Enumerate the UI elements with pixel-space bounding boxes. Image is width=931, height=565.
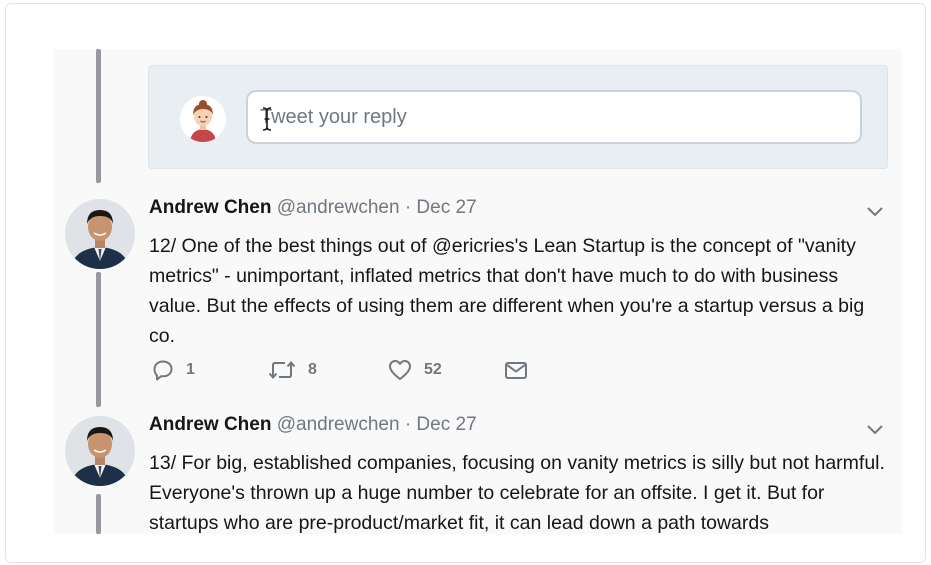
retweet-icon <box>268 360 296 380</box>
author-avatar[interactable] <box>65 199 135 269</box>
retweet-count: 8 <box>308 361 317 378</box>
tweet-text: 12/ One of the best things out of @ericr… <box>149 235 865 347</box>
author-name[interactable]: Andrew Chen <box>149 197 271 218</box>
chevron-down-icon[interactable] <box>866 205 884 217</box>
author-handle[interactable]: @andrewchen <box>277 197 400 218</box>
like-button[interactable]: 52 <box>388 359 442 381</box>
current-user-avatar <box>180 96 226 142</box>
reply-count: 1 <box>186 361 195 378</box>
heart-icon <box>389 360 411 380</box>
text-cursor-icon <box>262 107 272 131</box>
author-handle[interactable]: @andrewchen <box>277 414 400 435</box>
reply-button[interactable]: 1 <box>152 359 195 381</box>
tweet-text: 13/ For big, established companies, focu… <box>149 452 885 534</box>
retweet-button[interactable]: 8 <box>268 359 317 381</box>
thread-connector-top <box>96 49 101 183</box>
tweet-item[interactable]: Andrew Chen @andrewchen · Dec 27 12/ One… <box>54 197 902 397</box>
tweet-thread-frame: Andrew Chen @andrewchen · Dec 27 12/ One… <box>5 3 926 563</box>
reply-composer <box>148 65 888 169</box>
chevron-down-icon[interactable] <box>866 423 884 435</box>
reply-input[interactable] <box>246 90 862 144</box>
tweet-header: Andrew Chen @andrewchen · Dec 27 <box>149 414 477 436</box>
tweet-header: Andrew Chen @andrewchen · Dec 27 <box>149 197 477 219</box>
envelope-icon <box>505 362 527 379</box>
author-name[interactable]: Andrew Chen <box>149 414 271 435</box>
tweet-date[interactable]: · Dec 27 <box>405 414 477 435</box>
tweet-item[interactable]: Andrew Chen @andrewchen · Dec 27 13/ For… <box>54 414 902 534</box>
tweet-date[interactable]: · Dec 27 <box>405 197 477 218</box>
conversation-thread: Andrew Chen @andrewchen · Dec 27 12/ One… <box>54 49 902 534</box>
author-avatar[interactable] <box>65 416 135 486</box>
like-count: 52 <box>424 361 442 378</box>
reply-icon <box>153 360 173 381</box>
direct-message-button[interactable] <box>504 359 528 381</box>
